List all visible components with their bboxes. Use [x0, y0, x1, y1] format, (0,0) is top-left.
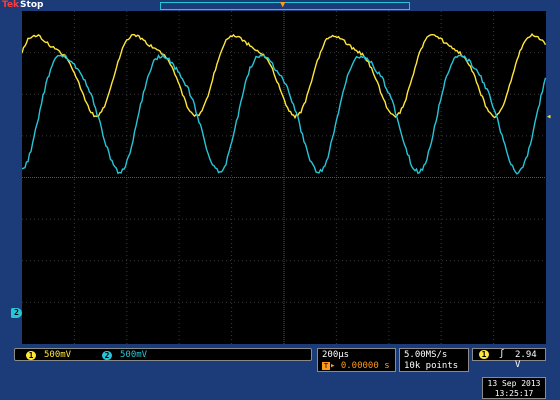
acquisition-readout[interactable]: 5.00MS/s 10k points: [399, 348, 469, 372]
ch2-scale: 500mV: [120, 350, 147, 360]
date: 13 Sep 2013: [483, 379, 545, 389]
trigger-position-readout: T ▸ 0.00000 s: [322, 361, 390, 371]
ch1-readout[interactable]: 1 500mV: [26, 350, 71, 361]
rising-edge-icon: ʃ: [499, 349, 504, 359]
trigger-level: 2.94 V: [515, 350, 545, 370]
graticule-svg: [22, 11, 546, 344]
ch2-ground-marker[interactable]: 2: [11, 308, 22, 318]
ch1-scale: 500mV: [44, 350, 71, 360]
waveform-graticule[interactable]: [22, 11, 546, 344]
trigger-readout[interactable]: 1 ʃ 2.94 V: [472, 348, 546, 361]
date-time-readout: 13 Sep 2013 13:25:17: [482, 377, 546, 399]
time: 13:25:17: [483, 389, 545, 399]
trigger-level-arrow-icon[interactable]: ◂: [546, 112, 551, 122]
channel-readout[interactable]: 1 500mV 2 500mV: [14, 348, 312, 361]
brand-logo: Tek: [2, 0, 19, 10]
trigger-source-badge: 1: [479, 350, 489, 359]
oscilloscope-display: TekStop ▼ 2 ◂ 1 500mV 2 500mV 200µs T ▸ 0.0…: [0, 0, 560, 400]
status-label: TekStop: [2, 0, 43, 11]
ch2-readout[interactable]: 2 500mV: [102, 350, 147, 361]
readout-bar: 1 500mV 2 500mV 200µs T ▸ 0.00000 s 5.00MS/…: [14, 348, 546, 372]
record-length: 10k points: [404, 361, 458, 371]
ch1-badge: 1: [26, 351, 36, 360]
trigger-position-icon: T: [322, 362, 330, 370]
trigger-position-marker-icon: ▼: [280, 0, 285, 10]
time-per-division: 200µs: [322, 350, 349, 360]
trigger-delay-arrow-icon: ▸: [330, 361, 335, 371]
status-bar: TekStop ▼: [0, 0, 560, 11]
sample-rate: 5.00MS/s: [404, 350, 447, 360]
ch2-badge: 2: [102, 351, 112, 360]
horizontal-readout[interactable]: 200µs T ▸ 0.00000 s: [317, 348, 396, 372]
horizontal-position: 0.00000 s: [341, 361, 390, 371]
run-state: Stop: [20, 0, 43, 10]
